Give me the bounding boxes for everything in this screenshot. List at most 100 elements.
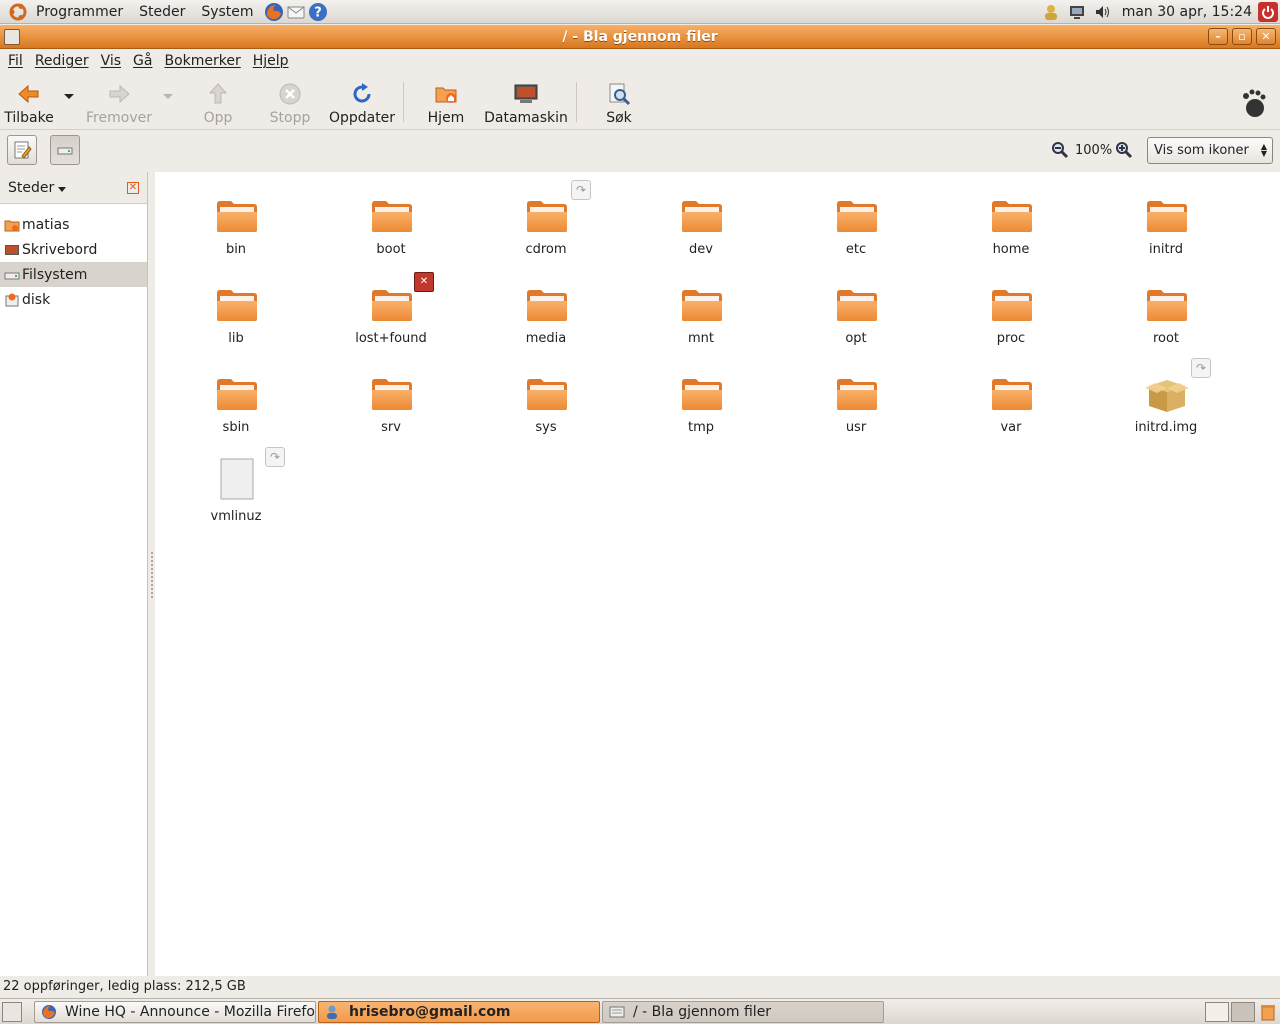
sidebar-item-filesystem[interactable]: Filsystem bbox=[0, 262, 147, 287]
task-file-browser[interactable]: / - Bla gjennom filer bbox=[602, 1001, 884, 1023]
menu-view[interactable]: Vis bbox=[95, 53, 127, 69]
folder-icon bbox=[837, 290, 877, 321]
menu-bookmarks[interactable]: Bokmerker bbox=[158, 53, 246, 69]
file-item[interactable]: usr bbox=[801, 354, 911, 439]
network-icon[interactable] bbox=[1068, 3, 1086, 21]
file-item[interactable]: opt bbox=[801, 265, 911, 350]
forward-button[interactable]: Fremover bbox=[86, 78, 152, 126]
folder-icon bbox=[527, 201, 567, 232]
sidebar-item-matias[interactable]: matias bbox=[0, 212, 147, 237]
sidebar-item-label: Skrivebord bbox=[22, 241, 98, 258]
menu-help[interactable]: Hjelp bbox=[247, 53, 295, 69]
file-item[interactable]: proc bbox=[956, 265, 1066, 350]
sidebar-item-label: disk bbox=[22, 291, 51, 308]
text-location-toggle[interactable] bbox=[7, 135, 37, 165]
file-item[interactable]: dev bbox=[646, 176, 756, 261]
sidebar-type-selector[interactable]: Steder bbox=[8, 180, 67, 196]
user-switcher-icon[interactable] bbox=[1042, 3, 1060, 21]
ubuntu-logo-icon[interactable] bbox=[8, 2, 28, 22]
file-item[interactable]: ↷ cdrom bbox=[491, 176, 601, 261]
mail-launcher-icon[interactable] bbox=[286, 2, 306, 22]
menu-applications[interactable]: Programmer bbox=[28, 0, 131, 24]
file-item[interactable]: ✕ lost+found bbox=[336, 265, 446, 350]
file-item[interactable]: ↷ initrd.img bbox=[1111, 354, 1221, 439]
up-button[interactable]: Opp bbox=[198, 78, 238, 126]
file-name: boot bbox=[376, 242, 406, 257]
sidebar-item-label: matias bbox=[22, 216, 70, 233]
file-name: cdrom bbox=[525, 242, 567, 257]
folder-icon bbox=[837, 201, 877, 232]
stop-icon bbox=[279, 83, 301, 105]
window-title: / - Bla gjennom filer bbox=[562, 28, 718, 45]
forward-history-dropdown[interactable] bbox=[163, 94, 173, 99]
file-item[interactable]: home bbox=[956, 176, 1066, 261]
file-item[interactable]: mnt bbox=[646, 265, 756, 350]
file-item[interactable]: sys bbox=[491, 354, 601, 439]
folder-icon bbox=[682, 201, 722, 232]
sidebar-item-disk[interactable]: disk bbox=[0, 287, 147, 312]
file-item[interactable]: initrd bbox=[1111, 176, 1221, 261]
location-bar: 100% Vis som ikoner ▲ ▼ bbox=[0, 131, 1280, 171]
file-item[interactable]: media bbox=[491, 265, 601, 350]
close-button[interactable]: ✕ bbox=[1256, 28, 1276, 45]
menu-places[interactable]: Steder bbox=[131, 0, 193, 24]
menu-file[interactable]: Fil bbox=[2, 53, 29, 69]
stop-button[interactable]: Stopp bbox=[266, 78, 314, 126]
task-chat[interactable]: hrisebro@gmail.com bbox=[318, 1001, 600, 1023]
reload-button[interactable]: Oppdater bbox=[329, 78, 395, 126]
file-item[interactable]: etc bbox=[801, 176, 911, 261]
status-text: 22 oppføringer, ledig plass: 212,5 GB bbox=[3, 979, 246, 994]
window-titlebar[interactable]: / - Bla gjennom filer – ▫ ✕ bbox=[0, 25, 1280, 49]
power-button-icon[interactable] bbox=[1258, 2, 1278, 22]
maximize-button[interactable]: ▫ bbox=[1232, 28, 1252, 45]
file-item[interactable]: root bbox=[1111, 265, 1221, 350]
menu-edit[interactable]: Rediger bbox=[29, 53, 95, 69]
home-button[interactable]: Hjem bbox=[424, 78, 468, 126]
file-item[interactable]: lib bbox=[181, 265, 291, 350]
menu-system[interactable]: System bbox=[193, 0, 261, 24]
zoom-in-icon[interactable] bbox=[1115, 141, 1133, 159]
back-button[interactable]: Tilbake bbox=[4, 78, 54, 126]
file-item[interactable]: sbin bbox=[181, 354, 291, 439]
file-item[interactable]: srv bbox=[336, 354, 446, 439]
sidebar-item-desktop[interactable]: Skrivebord bbox=[0, 237, 147, 262]
file-item[interactable]: ↷ vmlinuz bbox=[181, 443, 291, 528]
folder-icon bbox=[992, 201, 1032, 232]
file-icon-view[interactable]: bin boot ↷ cdrom dev etc home initrd lib ✕ lost+fo… bbox=[155, 172, 1280, 976]
file-item[interactable]: tmp bbox=[646, 354, 756, 439]
minimize-button[interactable]: – bbox=[1208, 28, 1228, 45]
sidebar-close-icon[interactable]: ✕ bbox=[127, 182, 139, 194]
folder-icon bbox=[992, 290, 1032, 321]
window-menu-icon[interactable] bbox=[4, 29, 20, 45]
clock[interactable]: man 30 apr, 15:24 bbox=[1116, 4, 1258, 20]
task-firefox[interactable]: Wine HQ - Announce - Mozilla Firefox bbox=[34, 1001, 316, 1023]
view-mode-select[interactable]: Vis som ikoner ▲ ▼ bbox=[1147, 137, 1273, 164]
help-launcher-icon[interactable]: ? bbox=[308, 2, 328, 22]
file-item[interactable]: var bbox=[956, 354, 1066, 439]
folder-icon bbox=[837, 379, 877, 410]
task-label: hrisebro@gmail.com bbox=[349, 1004, 511, 1020]
menu-go[interactable]: Gå bbox=[127, 53, 158, 69]
show-desktop-icon[interactable] bbox=[2, 1002, 22, 1022]
workspace-1[interactable] bbox=[1205, 1002, 1229, 1022]
filesystem-path-button[interactable] bbox=[50, 135, 80, 165]
caret-down-icon bbox=[58, 186, 67, 192]
file-name: home bbox=[992, 242, 1030, 257]
search-button[interactable]: Søk bbox=[600, 78, 638, 126]
file-name: var bbox=[1000, 420, 1022, 435]
folder-icon bbox=[217, 290, 257, 321]
task-label: / - Bla gjennom filer bbox=[633, 1004, 772, 1020]
back-history-dropdown[interactable] bbox=[64, 94, 74, 99]
trash-icon[interactable] bbox=[1258, 1002, 1278, 1022]
zoom-level-label[interactable]: 100% bbox=[1075, 143, 1112, 158]
svg-text:?: ? bbox=[314, 5, 322, 20]
volume-icon[interactable] bbox=[1094, 3, 1112, 21]
sidebar-header: Steder ✕ bbox=[0, 172, 147, 204]
firefox-launcher-icon[interactable] bbox=[264, 2, 284, 22]
workspace-2[interactable] bbox=[1231, 1002, 1255, 1022]
file-item[interactable]: bin bbox=[181, 176, 291, 261]
zoom-out-icon[interactable] bbox=[1051, 141, 1069, 159]
folder-icon bbox=[527, 379, 567, 410]
file-item[interactable]: boot bbox=[336, 176, 446, 261]
computer-button[interactable]: Datamaskin bbox=[484, 78, 568, 126]
